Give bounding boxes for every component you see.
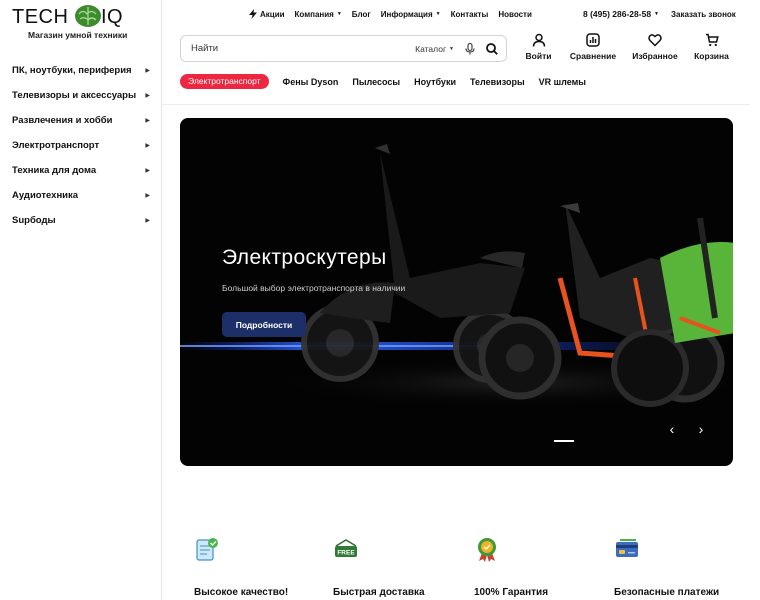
caret-down-icon: ▼: [336, 11, 342, 17]
nav-blog[interactable]: Блог: [352, 10, 371, 19]
slider-prev-icon[interactable]: ‹: [664, 421, 680, 437]
category-pc[interactable]: ПК, ноутбуки, периферия ▶: [0, 58, 162, 83]
search-input[interactable]: [191, 43, 416, 54]
caret-down-icon: ▼: [449, 45, 454, 52]
heart-icon: [648, 34, 662, 47]
subnav-tvs[interactable]: Телевизоры: [470, 77, 525, 87]
search-icon[interactable]: [486, 42, 498, 55]
brain-icon: [75, 5, 101, 27]
category-menu: ПК, ноутбуки, периферия ▶ Телевизоры и ак…: [0, 58, 162, 233]
feature-label: 100% Гарантия: [474, 587, 549, 598]
category-home[interactable]: Техника для дома ▶: [0, 158, 162, 183]
subnav-vacuums[interactable]: Пылесосы: [352, 77, 400, 87]
hero-details-button[interactable]: Подробности: [222, 312, 306, 337]
free-delivery-icon: FREE: [335, 539, 357, 557]
nav-promo[interactable]: Акции: [249, 9, 285, 19]
caret-down-icon: ▼: [435, 11, 441, 17]
compare-chart-icon: [586, 33, 600, 47]
feature-guarantee: 100% Гарантия: [474, 536, 594, 598]
lightning-icon: [249, 9, 257, 19]
credit-card-icon: [616, 539, 638, 557]
header-actions: Войти Сравнение Избранное Корзина: [520, 33, 734, 61]
hero-title: Электроскутеры: [222, 246, 387, 269]
login-button[interactable]: Войти: [520, 33, 557, 61]
nav-news[interactable]: Новости: [498, 10, 532, 19]
catalog-select[interactable]: Каталог ▼: [415, 44, 454, 54]
cart-icon: [705, 33, 719, 47]
chevron-right-icon: ▶: [145, 218, 150, 224]
chevron-right-icon: ▶: [145, 118, 150, 124]
sub-nav: Электротранспорт Фены Dyson Пылесосы Ноу…: [180, 74, 586, 89]
sidebar: TECH IQ Магазин умной техники ПК, ноутбу…: [0, 0, 162, 600]
microphone-icon[interactable]: [464, 42, 476, 55]
category-hobby[interactable]: Развлечения и хобби ▶: [0, 108, 162, 133]
top-nav: Акции Компания ▼ Блог Информация ▼ Контакт…: [249, 9, 532, 19]
chevron-right-icon: ▶: [145, 168, 150, 174]
logo-tagline: Магазин умной техники: [28, 30, 128, 40]
slider-indicator[interactable]: [554, 440, 574, 442]
hero-subtitle: Большой выбор электротранспорта в наличи…: [222, 283, 406, 293]
cart-button[interactable]: Корзина: [689, 33, 734, 61]
guarantee-badge-icon: [478, 538, 496, 562]
subnav-dyson[interactable]: Фены Dyson: [283, 77, 339, 87]
chevron-right-icon: ▶: [145, 93, 150, 99]
nav-contacts[interactable]: Контакты: [451, 10, 489, 19]
category-transport[interactable]: Электротранспорт ▶: [0, 133, 162, 158]
callback-link[interactable]: Заказать звонок: [671, 10, 736, 19]
feature-delivery: FREE Быстрая доставка: [333, 536, 453, 598]
quality-certificate-icon: [196, 538, 218, 561]
chevron-right-icon: ▶: [145, 68, 150, 74]
header-divider: [162, 104, 750, 105]
phone-number[interactable]: 8 (495) 286-28-58 ▼: [583, 9, 659, 19]
subnav-laptops[interactable]: Ноутбуки: [414, 77, 456, 87]
subnav-vr[interactable]: VR шлемы: [539, 77, 586, 87]
logo[interactable]: TECH IQ Магазин умной техники: [12, 4, 137, 40]
logo-text-left: TECH: [12, 6, 69, 28]
svg-text:FREE: FREE: [337, 550, 355, 557]
hero-banner[interactable]: Электроскутеры Большой выбор электротран…: [180, 118, 733, 466]
category-sup[interactable]: Supбоды ▶: [0, 208, 162, 233]
feature-quality: Высокое качество!: [194, 536, 314, 598]
chevron-right-icon: ▶: [145, 143, 150, 149]
feature-label: Безопасные платежи: [614, 587, 720, 598]
nav-info[interactable]: Информация ▼: [381, 10, 441, 19]
favorites-button[interactable]: Избранное: [626, 33, 684, 61]
chevron-right-icon: ▶: [145, 193, 150, 199]
category-tv[interactable]: Телевизоры и аксессуары ▶: [0, 83, 162, 108]
caret-down-icon: ▼: [654, 11, 659, 17]
nav-company[interactable]: Компания ▼: [295, 10, 342, 19]
user-icon: [532, 33, 545, 47]
category-audio[interactable]: Аудиотехника ▶: [0, 183, 162, 208]
subnav-active-transport[interactable]: Электротранспорт: [180, 74, 269, 89]
search-bar: Каталог▼: [180, 35, 507, 62]
feature-label: Высокое качество!: [194, 587, 289, 598]
slider-next-icon[interactable]: ›: [693, 421, 709, 437]
compare-button[interactable]: Сравнение: [565, 33, 621, 61]
logo-text-right: IQ: [101, 6, 124, 28]
feature-payments: Безопасные платежи: [614, 536, 734, 598]
feature-label: Быстрая доставка: [333, 587, 425, 598]
